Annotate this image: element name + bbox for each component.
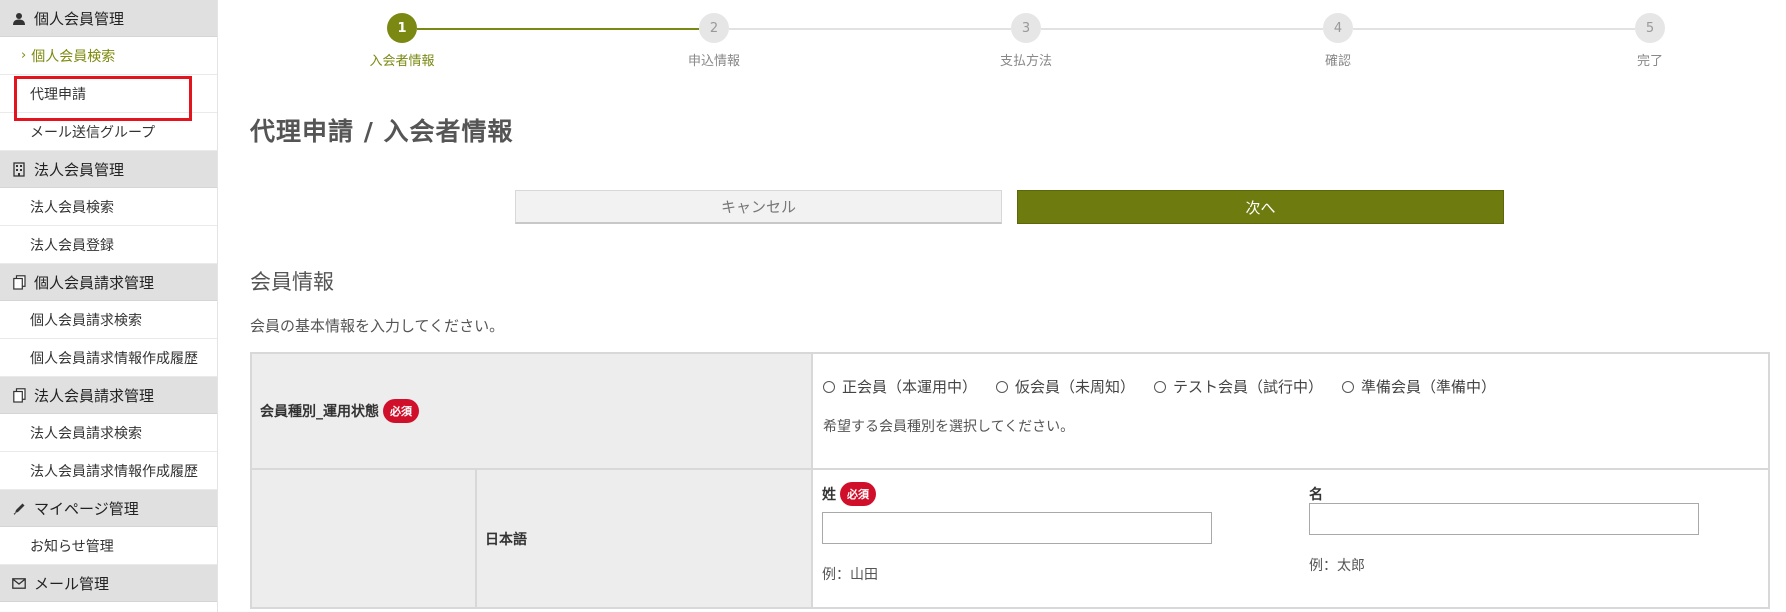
sidebar-item-label: 個人会員検索 [31, 48, 116, 65]
sidebar-item[interactable]: 法人会員請求検索 [0, 414, 217, 452]
sidebar-item[interactable]: メール送信グループ [0, 113, 217, 151]
member-type-radio[interactable]: テスト会員（試行中） [1154, 376, 1323, 397]
member-type-radio-label: 正会員（本運用中） [842, 378, 978, 396]
last-name-input[interactable] [822, 512, 1212, 544]
step-label: 申込情報 [687, 54, 740, 69]
section-description: 会員の基本情報を入力してください。 [250, 317, 505, 335]
sidebar-item-label: メール送信グループ [30, 124, 156, 141]
sidebar-item[interactable]: 個人会員請求検索 [0, 301, 217, 339]
pencil-icon [10, 502, 28, 515]
sidebar-item[interactable]: 法人会員登録 [0, 226, 217, 264]
document-icon [10, 274, 28, 290]
member-type-radio-label: テスト会員（試行中） [1173, 378, 1324, 396]
required-badge: 必須 [383, 399, 419, 423]
radio-circle-icon[interactable] [1342, 380, 1355, 393]
sidebar-item-label: 個人会員請求情報作成履歴 [30, 350, 198, 367]
sidebar-item-label: お知らせ管理 [30, 538, 114, 555]
sidebar-section-header[interactable]: 個人会員管理 [0, 0, 217, 37]
sidebar-section-title: マイページ管理 [34, 499, 139, 518]
member-type-input-cell: 正会員（本運用中） 仮会員（未周知） テスト会員（試行中） 準備会員（準備中） 希望す… [812, 353, 1769, 469]
member-info-form: 会員種別_運用状態 必須 正会員（本運用中） 仮会員（未周知） テスト会員（試行中）… [250, 352, 1770, 609]
member-type-row: 会員種別_運用状態 必須 正会員（本運用中） 仮会員（未周知） テスト会員（試行中）… [251, 353, 1769, 469]
first-name-example: 例：太郎 [1309, 558, 1365, 574]
sidebar-item[interactable]: › 個人会員検索 [0, 37, 217, 75]
cancel-button[interactable]: キャンセル [515, 190, 1002, 224]
envelope-icon [10, 577, 28, 589]
step-label: 完了 [1636, 54, 1663, 69]
member-type-radio-label: 準備会員（準備中） [1361, 378, 1497, 396]
step-label: 支払方法 [999, 54, 1052, 69]
sidebar-item-label: 法人会員登録 [30, 237, 114, 254]
building-icon [10, 161, 28, 177]
radio-circle-icon[interactable] [823, 380, 835, 393]
member-type-radio[interactable]: 準備会員（準備中） [1342, 376, 1496, 397]
first-name-block: 名 例：太郎 [1309, 482, 1699, 575]
sidebar-section-title: 法人会員管理 [34, 160, 125, 179]
step: 3 支払方法 [956, 13, 1096, 69]
step: 2 申込情報 [644, 13, 784, 69]
sidebar-section-title: メール管理 [34, 574, 110, 593]
sidebar-section-title: 法人会員請求管理 [34, 386, 155, 405]
sidebar-item-label: 代理申請 [30, 86, 86, 103]
name-japanese-label-cell: 日本語 [476, 469, 812, 608]
radio-circle-icon[interactable] [1154, 380, 1167, 393]
step-number: 1 [387, 13, 417, 43]
required-badge: 必須 [840, 482, 876, 506]
step: 5 完了 [1580, 13, 1720, 69]
user-icon [10, 12, 28, 25]
last-name-label-text: 姓 [822, 487, 836, 503]
member-type-radio[interactable]: 仮会員（未周知） [996, 376, 1135, 397]
member-type-radio-label: 仮会員（未周知） [1015, 378, 1136, 396]
sidebar-section-header[interactable]: 法人会員管理 [0, 151, 217, 188]
name-input-cell: 姓 必須 例：山田 名 例：太郎 [812, 469, 1769, 608]
progress-stepper: 1 入会者情報 2 申込情報 3 支払方法 4 確認 5 完了 [250, 0, 1770, 80]
sidebar-item-label: 法人会員検索 [30, 199, 114, 216]
sidebar-section-header[interactable]: メール管理 [0, 565, 217, 602]
sidebar-section-title: 個人会員請求管理 [34, 273, 155, 292]
member-type-label-cell: 会員種別_運用状態 必須 [251, 353, 812, 469]
sidebar: 個人会員管理 › 個人会員検索 代理申請 メール送信グループ 法人会員管理 法人会員検索 法人… [0, 0, 218, 612]
member-type-label-text: 会員種別_運用状態 [260, 404, 379, 420]
member-type-radio[interactable]: 正会員（本運用中） [823, 376, 977, 397]
page-title: 代理申請 / 入会者情報 [250, 117, 514, 146]
radio-circle-icon[interactable] [996, 380, 1009, 393]
sidebar-item-label: 個人会員請求検索 [30, 312, 142, 329]
step-number: 2 [699, 13, 729, 43]
chevron-right-icon: › [21, 48, 27, 63]
last-name-label: 姓 必須 [822, 482, 1212, 506]
member-type-radio-group: 正会員（本運用中） 仮会員（未周知） テスト会員（試行中） 準備会員（準備中） [823, 376, 1768, 397]
sidebar-section-title: 個人会員管理 [34, 9, 125, 28]
sidebar-section-header[interactable]: 法人会員請求管理 [0, 377, 217, 414]
step-number: 5 [1635, 13, 1665, 43]
sidebar-item-label: 法人会員請求検索 [30, 425, 142, 442]
first-name-input[interactable] [1309, 503, 1699, 535]
name-row: 日本語 姓 必須 例：山田 名 例：太郎 [251, 469, 1769, 608]
sidebar-item[interactable]: 代理申請 [0, 75, 217, 121]
sidebar-item-label: 法人会員請求情報作成履歴 [30, 463, 198, 480]
member-type-help: 希望する会員種別を選択してください。 [823, 419, 1075, 435]
sidebar-item[interactable]: お知らせ管理 [0, 527, 217, 565]
document-icon [10, 387, 28, 403]
sidebar-item[interactable]: 法人会員請求情報作成履歴 [0, 452, 217, 490]
section-title: 会員情報 [250, 270, 334, 294]
step-label: 入会者情報 [369, 54, 435, 69]
sidebar-item[interactable]: 法人会員検索 [0, 188, 217, 226]
last-name-example: 例：山田 [822, 567, 878, 583]
sidebar-section-header[interactable]: 個人会員請求管理 [0, 264, 217, 301]
step: 1 入会者情報 [332, 13, 472, 69]
step-label: 確認 [1324, 54, 1351, 69]
step-number: 4 [1323, 13, 1353, 43]
sidebar-section-header[interactable]: マイページ管理 [0, 490, 217, 527]
step: 4 確認 [1268, 13, 1408, 69]
name-japanese-label: 日本語 [485, 531, 527, 548]
next-button[interactable]: 次へ [1017, 190, 1504, 224]
sidebar-item[interactable]: 個人会員請求情報作成履歴 [0, 339, 217, 377]
member-type-label: 会員種別_運用状態 必須 [260, 399, 419, 423]
name-group-label-cell [251, 469, 476, 608]
step-number: 3 [1011, 13, 1041, 43]
last-name-block: 姓 必須 例：山田 [822, 482, 1212, 584]
